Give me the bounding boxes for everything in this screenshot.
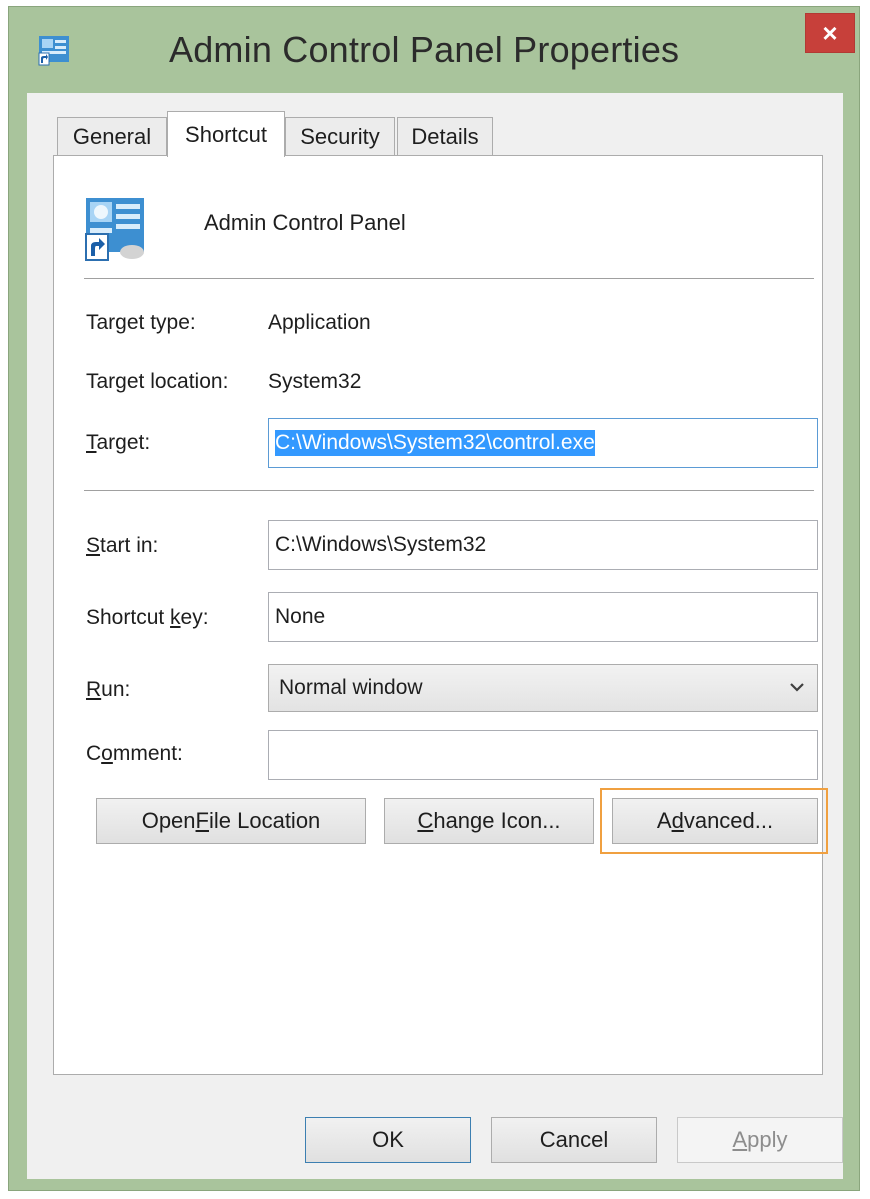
tab-label: Security	[300, 123, 380, 149]
target-value: C:\Windows\System32\control.exe	[275, 430, 595, 456]
run-select[interactable]: Normal window	[268, 664, 818, 712]
advanced-button[interactable]: Ad vanced...	[612, 798, 818, 844]
target-type-value: Application	[268, 311, 371, 334]
divider	[84, 278, 814, 279]
shortcut-tab-panel: Admin Control Panel Target type: Applica…	[53, 155, 828, 1075]
divider	[84, 490, 814, 491]
tab-label: Details	[411, 123, 479, 149]
chevron-down-icon	[790, 683, 804, 692]
window-title: Admin Control Panel Properties	[169, 29, 680, 70]
admin-control-panel-icon	[85, 198, 144, 261]
cancel-button[interactable]: Cancel	[491, 1117, 657, 1163]
shortcut-name: Admin Control Panel	[204, 210, 406, 235]
run-value: Normal window	[279, 676, 423, 699]
dialog-client-area: General Shortcut Security Details Admin …	[27, 93, 843, 1179]
apply-button[interactable]: Apply	[677, 1117, 843, 1163]
tab-security[interactable]: Security	[285, 117, 395, 155]
target-location-value: System32	[268, 370, 362, 393]
shortcut-key-input[interactable]: None	[268, 592, 818, 642]
close-button[interactable]: ×	[805, 13, 855, 53]
properties-window: Admin Control Panel Properties × General…	[8, 6, 860, 1191]
control-panel-icon	[38, 36, 69, 66]
comment-label: Comment:	[86, 742, 183, 765]
open-file-location-button[interactable]: Open File Location	[96, 798, 366, 844]
tab-shortcut[interactable]: Shortcut	[167, 111, 285, 157]
target-type-label: Target type:	[86, 311, 196, 334]
target-label: Target:	[86, 431, 151, 454]
tab-label: General	[72, 123, 152, 149]
shortcut-key-label: Shortcut key:	[86, 606, 209, 629]
tab-general[interactable]: General	[57, 117, 167, 155]
tab-details[interactable]: Details	[397, 117, 493, 155]
close-icon: ×	[822, 17, 838, 48]
start-in-value: C:\Windows\System32	[275, 533, 487, 556]
run-label: Run:	[86, 678, 131, 701]
shortcut-key-value: None	[275, 605, 326, 628]
tab-label: Shortcut	[185, 121, 267, 147]
cancel-label: Cancel	[539, 1127, 609, 1152]
comment-input[interactable]	[268, 730, 818, 780]
start-in-input[interactable]: C:\Windows\System32	[268, 520, 818, 570]
ok-label: OK	[372, 1127, 404, 1152]
target-location-label: Target location:	[86, 370, 229, 393]
start-in-label: Start in:	[86, 534, 159, 557]
change-icon-button[interactable]: Change Icon...	[384, 798, 594, 844]
ok-button[interactable]: OK	[305, 1117, 471, 1163]
target-input[interactable]: C:\Windows\System32\control.exe	[268, 418, 818, 468]
